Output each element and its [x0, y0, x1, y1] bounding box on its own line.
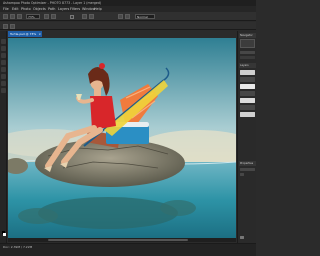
distribute-icon[interactable]	[89, 14, 94, 19]
marquee-icon[interactable]	[1, 46, 6, 51]
photo	[8, 38, 236, 238]
main-toolbar: 73% Normal	[0, 12, 256, 21]
option-b-icon[interactable]	[10, 23, 15, 29]
layer-row[interactable]	[240, 98, 255, 103]
properties-panel-header[interactable]: Properties	[239, 161, 256, 166]
right-panels: Navigator Layers Properties	[237, 31, 256, 243]
open-icon[interactable]	[10, 14, 15, 19]
scrollbar-thumb[interactable]	[48, 239, 188, 241]
tools-panel	[0, 31, 7, 243]
hair-bow	[99, 63, 105, 69]
layers-panel-header[interactable]: Layers	[239, 63, 256, 68]
new-icon[interactable]	[3, 14, 8, 19]
zoom-icon[interactable]	[1, 81, 6, 86]
navigator-thumbnail[interactable]	[240, 39, 255, 48]
layer-row[interactable]	[240, 77, 255, 82]
document-tab[interactable]: Turtle.psd @ 73% ×	[8, 31, 42, 37]
option-a-icon[interactable]	[3, 23, 8, 29]
background-color-swatch[interactable]	[3, 233, 6, 236]
layer-row-selected[interactable]	[240, 84, 255, 89]
options-bar	[0, 22, 256, 30]
app-window: Ashampoo Photo Optimizer - PHOTO 8773 - …	[0, 0, 256, 256]
turtle-flipper	[160, 200, 196, 216]
status-text: Doc: 2.39M / 7.22M	[3, 245, 33, 249]
crop-icon[interactable]	[1, 60, 6, 65]
document-tab-label: Turtle.psd @ 73%	[10, 32, 37, 36]
panel-options-icon[interactable]	[240, 236, 244, 239]
undo-icon[interactable]	[44, 14, 49, 19]
panel-row[interactable]	[240, 51, 255, 54]
layer-row[interactable]	[240, 105, 255, 110]
eraser-icon[interactable]	[1, 74, 6, 79]
save-icon[interactable]	[17, 14, 22, 19]
navigator-panel-header[interactable]: Navigator	[239, 33, 256, 38]
horizontal-scrollbar[interactable]	[8, 238, 236, 242]
layer-row[interactable]	[240, 70, 255, 75]
redo-icon[interactable]	[51, 14, 56, 19]
rotate-icon[interactable]	[118, 14, 123, 19]
turtle-underwater	[38, 197, 178, 229]
brush-icon[interactable]	[1, 67, 6, 72]
blend-mode-select[interactable]: Normal	[135, 14, 155, 19]
zoom-field[interactable]: 73%	[26, 14, 40, 19]
turtle-flipper	[18, 208, 58, 224]
lasso-icon[interactable]	[1, 53, 6, 58]
option-checkbox[interactable]	[70, 14, 74, 19]
align-icon[interactable]	[82, 14, 87, 19]
red-dress	[90, 96, 116, 130]
property-row[interactable]	[240, 168, 255, 171]
layer-row[interactable]	[240, 91, 255, 96]
status-bar: Doc: 2.39M / 7.22M	[0, 243, 256, 256]
hand-icon[interactable]	[1, 88, 6, 93]
flip-icon[interactable]	[125, 14, 130, 19]
close-icon[interactable]: ×	[38, 31, 41, 37]
panel-row[interactable]	[240, 56, 255, 59]
image-canvas[interactable]	[8, 38, 236, 238]
move-icon[interactable]	[1, 39, 6, 44]
property-toggle[interactable]	[240, 173, 244, 176]
layer-row[interactable]	[240, 112, 255, 117]
